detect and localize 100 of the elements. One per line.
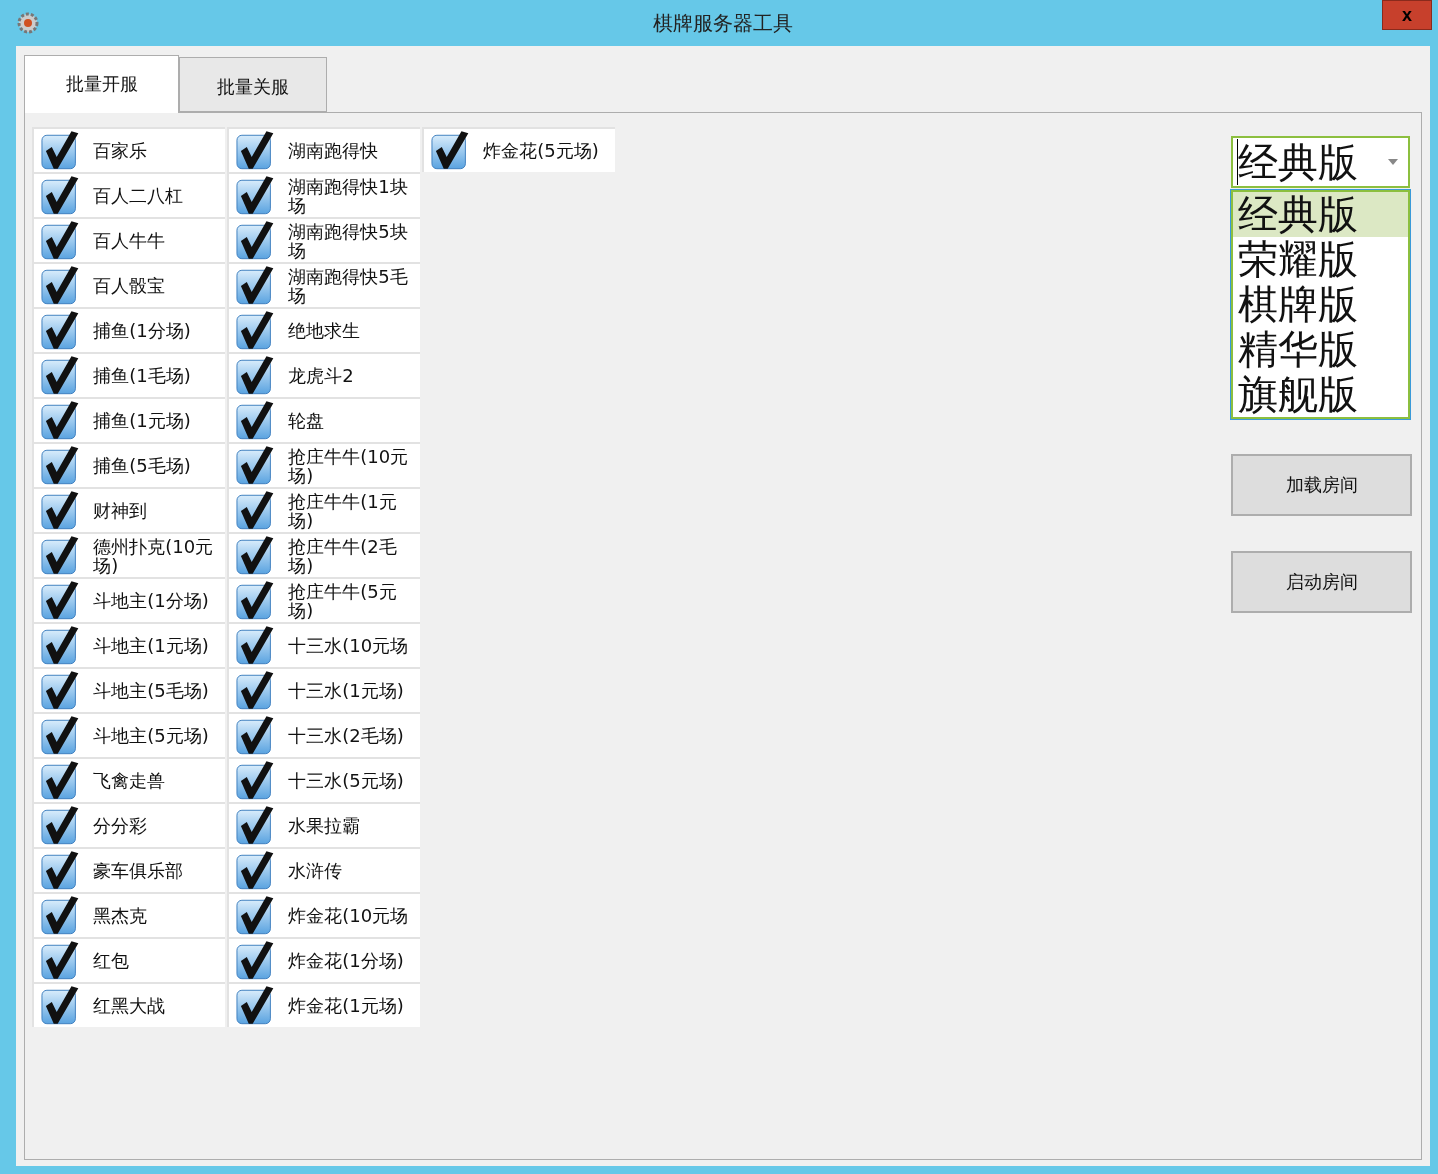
checkbox-label: 炸金花(5元场) xyxy=(483,141,600,160)
checkbox-item[interactable]: 捕鱼(1毛场) xyxy=(32,352,225,397)
checkbox-item[interactable]: 抢庄牛牛(2毛场) xyxy=(227,532,420,577)
checked-checkbox[interactable] xyxy=(235,130,275,171)
checked-checkbox[interactable] xyxy=(40,850,80,891)
checked-checkbox[interactable] xyxy=(235,490,275,531)
checkbox-item[interactable]: 炸金花(1元场) xyxy=(227,982,420,1027)
checkbox-label: 抢庄牛牛(1元场) xyxy=(288,491,398,530)
checkbox-item[interactable]: 水果拉霸 xyxy=(227,802,420,847)
checkbox-item[interactable]: 水浒传 xyxy=(227,847,420,892)
checkbox-item[interactable]: 百家乐 xyxy=(32,127,225,172)
checked-checkbox[interactable] xyxy=(40,265,80,306)
checked-checkbox[interactable] xyxy=(40,715,80,756)
version-dropdown[interactable]: 经典版 xyxy=(1231,136,1410,188)
tab[interactable]: 批量关服 xyxy=(179,57,327,112)
checked-checkbox[interactable] xyxy=(40,310,80,351)
checkbox-item[interactable]: 德州扑克(10元场) xyxy=(32,532,225,577)
checkbox-item[interactable]: 百人骰宝 xyxy=(32,262,225,307)
checkbox-label: 百人牛牛 xyxy=(93,231,167,250)
checked-checkbox[interactable] xyxy=(235,715,275,756)
checkbox-item[interactable]: 龙虎斗2 xyxy=(227,352,420,397)
checkbox-label: 抢庄牛牛(10元场) xyxy=(288,446,410,485)
checked-checkbox[interactable] xyxy=(235,310,275,351)
checked-checkbox[interactable] xyxy=(235,850,275,891)
checkbox-item[interactable]: 绝地求生 xyxy=(227,307,420,352)
checked-checkbox[interactable] xyxy=(235,400,275,441)
checkbox-item[interactable]: 抢庄牛牛(5元场) xyxy=(227,577,420,622)
checkbox-label: 绝地求生 xyxy=(288,321,362,340)
checkbox-item[interactable]: 分分彩 xyxy=(32,802,225,847)
checkbox-item[interactable]: 黑杰克 xyxy=(32,892,225,937)
checked-checkbox[interactable] xyxy=(40,445,80,486)
checked-checkbox[interactable] xyxy=(235,940,275,981)
checkbox-item[interactable]: 红包 xyxy=(32,937,225,982)
checked-checkbox[interactable] xyxy=(235,355,275,396)
checkbox-item[interactable]: 湖南跑得快 xyxy=(227,127,420,172)
close-button[interactable]: x xyxy=(1382,0,1432,30)
checked-checkbox[interactable] xyxy=(40,940,80,981)
checkbox-item[interactable]: 斗地主(5毛场) xyxy=(32,667,225,712)
checkbox-label: 百人二八杠 xyxy=(93,186,185,205)
checkbox-label: 红包 xyxy=(93,951,131,970)
checked-checkbox[interactable] xyxy=(40,535,80,576)
checkbox-item[interactable]: 斗地主(1元场) xyxy=(32,622,225,667)
action-button[interactable]: 加载房间 xyxy=(1231,454,1412,516)
checked-checkbox[interactable] xyxy=(235,535,275,576)
checkbox-item[interactable]: 捕鱼(5毛场) xyxy=(32,442,225,487)
checkbox-label: 百人骰宝 xyxy=(93,276,167,295)
checked-checkbox[interactable] xyxy=(235,220,275,261)
checked-checkbox[interactable] xyxy=(235,580,275,621)
checkbox-item[interactable]: 斗地主(5元场) xyxy=(32,712,225,757)
checked-checkbox[interactable] xyxy=(40,805,80,846)
checked-checkbox[interactable] xyxy=(40,985,80,1026)
checked-checkbox[interactable] xyxy=(235,265,275,306)
checkbox-item[interactable]: 十三水(2毛场) xyxy=(227,712,420,757)
checkbox-item[interactable]: 捕鱼(1分场) xyxy=(32,307,225,352)
checkbox-label: 捕鱼(1毛场) xyxy=(93,366,192,385)
tab[interactable]: 批量开服 xyxy=(24,55,179,113)
checked-checkbox[interactable] xyxy=(40,130,80,171)
checkbox-item[interactable]: 轮盘 xyxy=(227,397,420,442)
checkbox-item[interactable]: 炸金花(1分场) xyxy=(227,937,420,982)
checkbox-item[interactable]: 湖南跑得快5毛场 xyxy=(227,262,420,307)
checked-checkbox[interactable] xyxy=(235,445,275,486)
checked-checkbox[interactable] xyxy=(40,490,80,531)
checked-checkbox[interactable] xyxy=(235,625,275,666)
checked-checkbox[interactable] xyxy=(235,175,275,216)
checked-checkbox[interactable] xyxy=(40,625,80,666)
checkbox-item[interactable]: 斗地主(1分场) xyxy=(32,577,225,622)
checked-checkbox[interactable] xyxy=(40,670,80,711)
checked-checkbox[interactable] xyxy=(235,760,275,801)
action-button[interactable]: 启动房间 xyxy=(1231,551,1412,613)
checkbox-item[interactable]: 湖南跑得快5块场 xyxy=(227,217,420,262)
checked-checkbox[interactable] xyxy=(40,895,80,936)
checked-checkbox[interactable] xyxy=(235,985,275,1026)
checkbox-item[interactable]: 炸金花(5元场) xyxy=(422,127,615,172)
checkbox-item[interactable]: 豪车俱乐部 xyxy=(32,847,225,892)
checkbox-item[interactable]: 红黑大战 xyxy=(32,982,225,1027)
checkbox-item[interactable]: 十三水(5元场) xyxy=(227,757,420,802)
checkbox-label: 十三水(2毛场) xyxy=(288,726,405,745)
checked-checkbox[interactable] xyxy=(40,220,80,261)
checkbox-item[interactable]: 捕鱼(1元场) xyxy=(32,397,225,442)
checked-checkbox[interactable] xyxy=(40,175,80,216)
checkbox-item[interactable]: 财神到 xyxy=(32,487,225,532)
checkbox-item[interactable]: 抢庄牛牛(1元场) xyxy=(227,487,420,532)
checkbox-item[interactable]: 十三水(10元场 xyxy=(227,622,420,667)
dropdown-option[interactable]: 经典版 xyxy=(1233,192,1408,237)
checkbox-label: 捕鱼(5毛场) xyxy=(93,456,192,475)
checkbox-item[interactable]: 炸金花(10元场 xyxy=(227,892,420,937)
checkbox-item[interactable]: 湖南跑得快1块场 xyxy=(227,172,420,217)
checked-checkbox[interactable] xyxy=(40,760,80,801)
checked-checkbox[interactable] xyxy=(235,670,275,711)
checkbox-item[interactable]: 百人二八杠 xyxy=(32,172,225,217)
checked-checkbox[interactable] xyxy=(40,580,80,621)
checkbox-item[interactable]: 百人牛牛 xyxy=(32,217,225,262)
checked-checkbox[interactable] xyxy=(40,400,80,441)
checked-checkbox[interactable] xyxy=(235,805,275,846)
checkbox-item[interactable]: 十三水(1元场) xyxy=(227,667,420,712)
checked-checkbox[interactable] xyxy=(430,130,470,171)
checkbox-item[interactable]: 抢庄牛牛(10元场) xyxy=(227,442,420,487)
checked-checkbox[interactable] xyxy=(235,895,275,936)
checked-checkbox[interactable] xyxy=(40,355,80,396)
checkbox-item[interactable]: 飞禽走兽 xyxy=(32,757,225,802)
